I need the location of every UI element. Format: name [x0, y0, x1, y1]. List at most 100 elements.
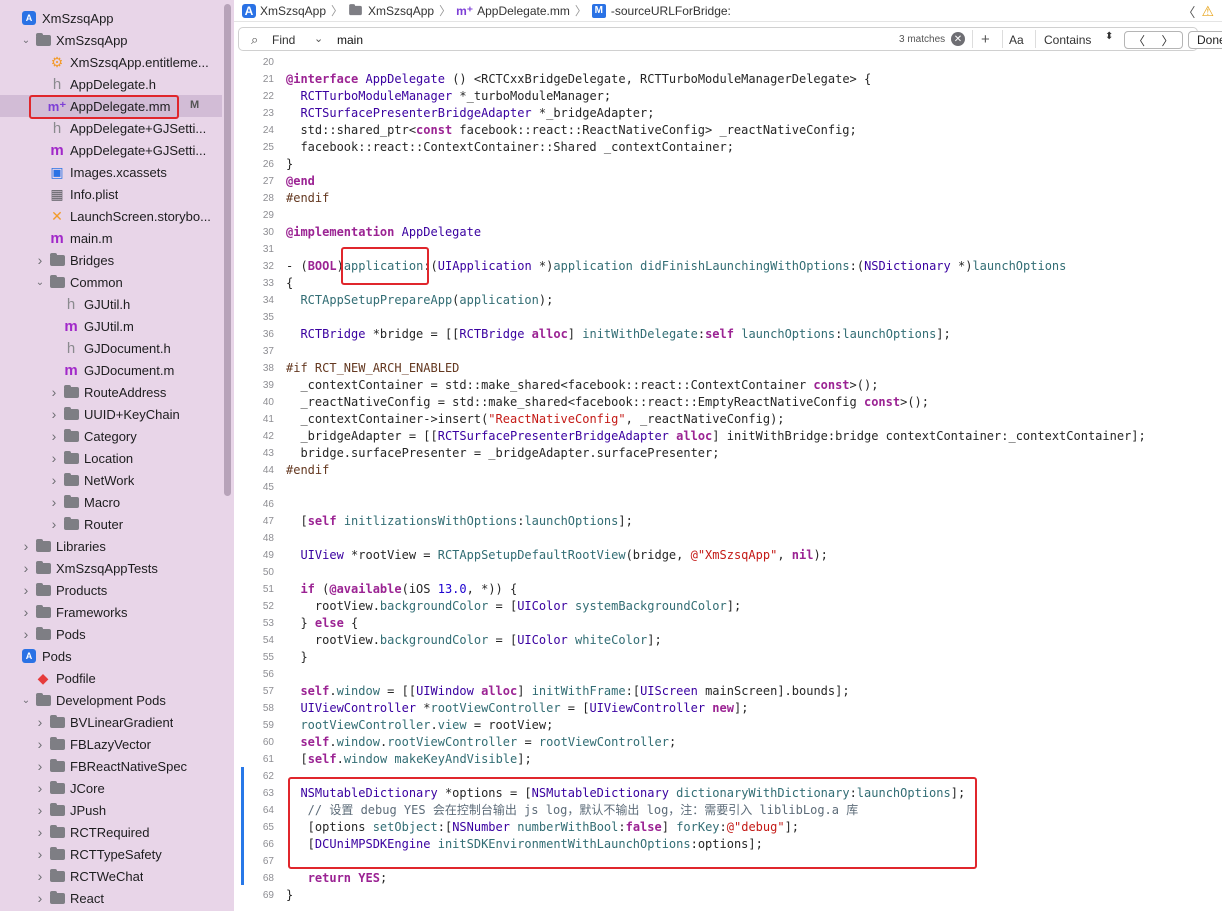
sidebar-item-uuid-keychain[interactable]: › UUID+KeyChain: [0, 403, 222, 425]
sidebar-item-development-pods[interactable]: ⌄ Development Pods: [0, 689, 222, 711]
sidebar-item-network[interactable]: › NetWork: [0, 469, 222, 491]
chevron-right-icon[interactable]: ›: [34, 824, 46, 840]
clear-search-button[interactable]: ✕: [951, 32, 965, 46]
sidebar-item-rcttypesafety[interactable]: › RCTTypeSafety: [0, 843, 222, 865]
sidebar-item-xmszsqapptests[interactable]: › XmSzsqAppTests: [0, 557, 222, 579]
code-line[interactable]: 20: [234, 55, 1222, 71]
up-down-arrows-icon[interactable]: ⬍: [1105, 31, 1113, 42]
previous-match-button[interactable]: 〈: [1124, 31, 1154, 49]
sidebar-scrollbar[interactable]: [224, 4, 231, 496]
code-line[interactable]: 35: [234, 309, 1222, 326]
add-pattern-button[interactable]: +: [981, 31, 990, 48]
code-line[interactable]: 54 rootView.backgroundColor = [UIColor w…: [234, 632, 1222, 649]
source-editor[interactable]: 20 21 @interface AppDelegate () <RCTCxxBri…: [234, 55, 1222, 911]
sidebar-item-gjutil-h[interactable]: h GJUtil.h: [0, 293, 222, 315]
sidebar-item-appdelegate-gjsetti[interactable]: m AppDelegate+GJSetti...: [0, 139, 222, 161]
code-line[interactable]: 56: [234, 666, 1222, 683]
sidebar-item-gjdocument-h[interactable]: h GJDocument.h: [0, 337, 222, 359]
chevron-right-icon[interactable]: ›: [20, 560, 32, 576]
sidebar-item-react[interactable]: › React: [0, 887, 222, 909]
sidebar-item-launchscreen-storybo[interactable]: ✕ LaunchScreen.storybo...: [0, 205, 222, 227]
match-case-button[interactable]: Aa: [1009, 33, 1024, 47]
chevron-down-icon[interactable]: ⌄: [20, 34, 32, 46]
code-line[interactable]: 58 UIViewController *rootViewController …: [234, 700, 1222, 717]
sidebar-item-pods[interactable]: A Pods: [0, 645, 222, 667]
chevron-right-icon[interactable]: ›: [48, 450, 60, 466]
chevron-right-icon[interactable]: ›: [34, 890, 46, 906]
chevron-right-icon[interactable]: ›: [34, 846, 46, 862]
code-line[interactable]: 25 facebook::react::ContextContainer::Sh…: [234, 139, 1222, 156]
chevron-right-icon[interactable]: ›: [20, 604, 32, 620]
code-line[interactable]: 53 } else {: [234, 615, 1222, 632]
sidebar-item-images-xcassets[interactable]: ▣ Images.xcassets: [0, 161, 222, 183]
chevron-left-icon[interactable]: 〈: [1182, 2, 1195, 21]
sidebar-item-macro[interactable]: › Macro: [0, 491, 222, 513]
chevron-right-icon[interactable]: ›: [34, 802, 46, 818]
chevron-right-icon[interactable]: ›: [48, 494, 60, 510]
code-line[interactable]: 47 [self initlizationsWithOptions:launch…: [234, 513, 1222, 530]
chevron-right-icon[interactable]: ›: [34, 736, 46, 752]
code-line[interactable]: 69}: [234, 887, 1222, 904]
code-line[interactable]: 55 }: [234, 649, 1222, 666]
breadcrumb-method[interactable]: M -sourceURLForBridge:: [591, 3, 731, 18]
code-line[interactable]: 41 _contextContainer->insert("ReactNativ…: [234, 411, 1222, 428]
code-line[interactable]: 21 @interface AppDelegate () <RCTCxxBridg…: [234, 71, 1222, 88]
sidebar-item-category[interactable]: › Category: [0, 425, 222, 447]
code-line[interactable]: 59 rootViewController.view = rootView;: [234, 717, 1222, 734]
sidebar-item-gjutil-m[interactable]: m GJUtil.m: [0, 315, 222, 337]
code-line[interactable]: 50: [234, 564, 1222, 581]
code-line[interactable]: 46: [234, 496, 1222, 513]
code-line[interactable]: 34 RCTAppSetupPrepareApp(application);: [234, 292, 1222, 309]
breadcrumb-project[interactable]: A XmSzsqApp: [242, 3, 326, 18]
chevron-right-icon[interactable]: ›: [34, 868, 46, 884]
chevron-right-icon[interactable]: ›: [48, 384, 60, 400]
code-line[interactable]: 30 @implementation AppDelegate: [234, 224, 1222, 241]
next-match-button[interactable]: 〉: [1153, 31, 1183, 49]
sidebar-item-jcore[interactable]: › JCore: [0, 777, 222, 799]
warning-icon[interactable]: ⚠: [1201, 3, 1214, 20]
sidebar-item-main-m[interactable]: m main.m: [0, 227, 222, 249]
code-line[interactable]: 61 [self.window makeKeyAndVisible];: [234, 751, 1222, 768]
code-line[interactable]: 24 std::shared_ptr<const facebook::react…: [234, 122, 1222, 139]
sidebar-item-libraries[interactable]: › Libraries: [0, 535, 222, 557]
sidebar-item-xmszsqapp-entitleme[interactable]: ⚙ XmSzsqApp.entitleme...: [0, 51, 222, 73]
sidebar-item-fblazyvector[interactable]: › FBLazyVector: [0, 733, 222, 755]
chevron-right-icon[interactable]: ›: [48, 406, 60, 422]
code-line[interactable]: 39 _contextContainer = std::make_shared<…: [234, 377, 1222, 394]
sidebar-item-rctwechat[interactable]: › RCTWeChat: [0, 865, 222, 887]
chevron-down-icon[interactable]: ⌄: [34, 276, 46, 288]
chevron-down-icon[interactable]: ⌄: [314, 32, 323, 45]
code-line[interactable]: 36 RCTBridge *bridge = [[RCTBridge alloc…: [234, 326, 1222, 343]
sidebar-item-fbreactnativespec[interactable]: › FBReactNativeSpec: [0, 755, 222, 777]
chevron-right-icon[interactable]: ›: [20, 538, 32, 554]
breadcrumb-group[interactable]: XmSzsqApp: [348, 4, 434, 18]
sidebar-item-frameworks[interactable]: › Frameworks: [0, 601, 222, 623]
code-line[interactable]: 37: [234, 343, 1222, 360]
sidebar-item-rctrequired[interactable]: › RCTRequired: [0, 821, 222, 843]
chevron-right-icon[interactable]: ›: [34, 758, 46, 774]
chevron-right-icon[interactable]: ›: [34, 714, 46, 730]
sidebar-item-info-plist[interactable]: ▦ Info.plist: [0, 183, 222, 205]
sidebar-item-products[interactable]: › Products: [0, 579, 222, 601]
sidebar-item-bridges[interactable]: › Bridges: [0, 249, 222, 271]
source-control-change-bar[interactable]: [241, 767, 244, 885]
chevron-right-icon[interactable]: ›: [20, 626, 32, 642]
code-line[interactable]: 42 _bridgeAdapter = [[RCTSurfacePresente…: [234, 428, 1222, 445]
sidebar-item-jpush[interactable]: › JPush: [0, 799, 222, 821]
code-line[interactable]: 51 if (@available(iOS 13.0, *)) {: [234, 581, 1222, 598]
sidebar-item-bvlineargradient[interactable]: › BVLinearGradient: [0, 711, 222, 733]
chevron-down-icon[interactable]: ⌄: [20, 694, 32, 706]
code-line[interactable]: 49 UIView *rootView = RCTAppSetupDefault…: [234, 547, 1222, 564]
code-line[interactable]: 23 RCTSurfacePresenterBridgeAdapter *_br…: [234, 105, 1222, 122]
breadcrumb-file[interactable]: m⁺ AppDelegate.mm: [456, 4, 570, 18]
find-mode-selector[interactable]: Find: [272, 33, 295, 47]
sidebar-item-appdelegate-h[interactable]: h AppDelegate.h: [0, 73, 222, 95]
code-line[interactable]: 27 @end: [234, 173, 1222, 190]
sidebar-item-xmszsqapp[interactable]: ⌄ XmSzsqApp: [0, 29, 222, 51]
code-line[interactable]: 48: [234, 530, 1222, 547]
sidebar-item-gjdocument-m[interactable]: m GJDocument.m: [0, 359, 222, 381]
sidebar-item-xmszsqapp[interactable]: A XmSzsqApp: [0, 7, 222, 29]
sidebar-item-pods[interactable]: › Pods: [0, 623, 222, 645]
sidebar-item-common[interactable]: ⌄ Common: [0, 271, 222, 293]
code-line[interactable]: 45: [234, 479, 1222, 496]
